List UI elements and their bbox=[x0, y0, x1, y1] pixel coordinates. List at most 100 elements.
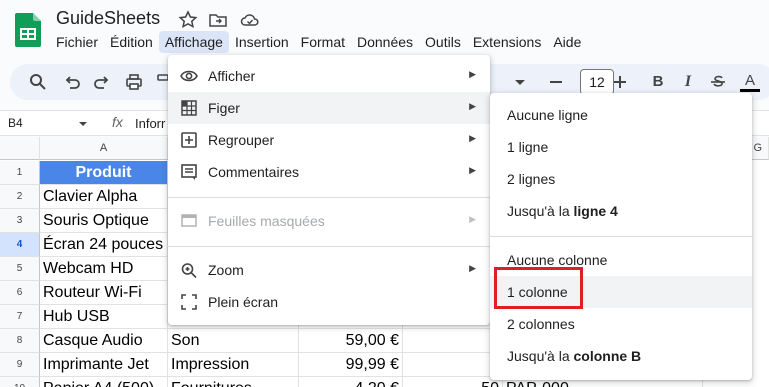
row-header-2[interactable]: 2 bbox=[0, 185, 40, 209]
cell-c9[interactable]: 99,99 € bbox=[299, 353, 403, 377]
cell-d9[interactable] bbox=[403, 353, 503, 377]
cell-a7[interactable]: Hub USB bbox=[40, 305, 168, 329]
freeze-1-row[interactable]: 1 ligne bbox=[490, 131, 752, 163]
row-header-4[interactable]: 4 bbox=[0, 233, 40, 257]
row-header-5[interactable]: 5 bbox=[0, 257, 40, 281]
formula-input[interactable]: Inforr bbox=[135, 116, 165, 131]
submenu-arrow-icon: ▶ bbox=[469, 263, 476, 273]
menu-outils[interactable]: Outils bbox=[419, 31, 467, 53]
menu-edition[interactable]: Édition bbox=[104, 31, 159, 53]
freeze-no-rows[interactable]: Aucune ligne bbox=[490, 99, 752, 131]
italic-icon[interactable]: I bbox=[678, 72, 698, 92]
cell-a6[interactable]: Routeur Wi-Fi bbox=[40, 281, 168, 305]
print-icon[interactable] bbox=[124, 72, 144, 92]
name-box[interactable]: B4 bbox=[8, 116, 23, 130]
highlight-annotation-box bbox=[494, 267, 583, 309]
hidden-sheet-icon bbox=[181, 214, 197, 227]
submenu-item-label: 2 lignes bbox=[507, 171, 556, 187]
freeze-2-columns[interactable]: 2 colonnes bbox=[490, 308, 752, 340]
fx-icon: fx bbox=[112, 114, 123, 130]
menu-format[interactable]: Format bbox=[295, 31, 351, 53]
cell-c8[interactable]: 59,00 € bbox=[299, 329, 403, 353]
menu-insertion[interactable]: Insertion bbox=[229, 31, 295, 53]
menu-item-label: Zoom bbox=[208, 262, 244, 278]
submenu-item-label: Jusqu'à la colonne B bbox=[507, 348, 642, 364]
menu-affichage[interactable]: Affichage bbox=[158, 31, 229, 53]
menu-bar: Fichier Édition Affichage Insertion Form… bbox=[50, 30, 587, 54]
redo-icon[interactable] bbox=[92, 72, 112, 92]
submenu-item-label: Aucune colonne bbox=[507, 252, 608, 268]
cell-a9[interactable]: Imprimante Jet bbox=[40, 353, 168, 377]
menu-item-afficher[interactable]: Afficher ▶ bbox=[168, 60, 490, 92]
fullscreen-icon bbox=[181, 294, 197, 310]
menu-item-label: Regrouper bbox=[208, 132, 275, 148]
cell-c10[interactable]: 4,20 € bbox=[299, 377, 403, 387]
strikethrough-icon[interactable] bbox=[708, 72, 728, 92]
cell-a3[interactable]: Souris Optique bbox=[40, 209, 168, 233]
document-title[interactable]: GuideSheets bbox=[56, 8, 160, 29]
menu-item-figer[interactable]: Figer ▶ bbox=[168, 92, 490, 124]
row-header-6[interactable]: 6 bbox=[0, 281, 40, 305]
cell-a2[interactable]: Clavier Alpha bbox=[40, 185, 168, 209]
menu-item-label: Figer bbox=[208, 100, 240, 116]
submenu-item-label: 1 ligne bbox=[507, 139, 549, 155]
cell-a5[interactable]: Webcam HD bbox=[40, 257, 168, 281]
name-box-dropdown-icon[interactable] bbox=[78, 119, 88, 129]
row-header-8[interactable]: 8 bbox=[0, 329, 40, 353]
menu-extensions[interactable]: Extensions bbox=[467, 31, 547, 53]
minus-icon[interactable] bbox=[546, 72, 566, 92]
cell-b8[interactable]: Son bbox=[168, 329, 299, 353]
undo-icon[interactable] bbox=[62, 72, 82, 92]
freeze-2-rows[interactable]: 2 lignes bbox=[490, 163, 752, 195]
dropdown-caret-icon[interactable] bbox=[510, 72, 530, 92]
row-header-1[interactable]: 1 bbox=[0, 161, 40, 185]
cell-d8[interactable] bbox=[403, 329, 503, 353]
sheets-logo-icon[interactable] bbox=[15, 13, 41, 47]
submenu-arrow-icon: ▶ bbox=[469, 165, 476, 175]
row-header-7[interactable]: 7 bbox=[0, 305, 40, 329]
cell-b9[interactable]: Impression bbox=[168, 353, 299, 377]
menu-item-regrouper[interactable]: Regrouper ▶ bbox=[168, 124, 490, 156]
menu-fichier[interactable]: Fichier bbox=[50, 31, 104, 53]
freeze-up-to-row-4[interactable]: Jusqu'à la ligne 4 bbox=[490, 195, 752, 227]
search-icon[interactable] bbox=[28, 72, 48, 92]
submenu-arrow-icon: ▶ bbox=[469, 214, 476, 224]
menu-item-zoom[interactable]: Zoom ▶ bbox=[168, 254, 490, 286]
eye-icon bbox=[180, 70, 198, 82]
cell-d10[interactable]: 50 bbox=[403, 377, 503, 387]
menu-separator bbox=[168, 197, 490, 198]
row-header-10[interactable]: 10 bbox=[0, 377, 40, 387]
cell-a10[interactable]: Papier A4 (500) bbox=[40, 377, 168, 387]
font-size-input[interactable]: 12 bbox=[580, 69, 614, 95]
comment-icon bbox=[181, 164, 197, 180]
select-all-corner[interactable] bbox=[0, 137, 40, 160]
menu-item-label: Plein écran bbox=[208, 294, 279, 310]
view-menu: Afficher ▶ Figer ▶ Regrouper ▶ Commentai… bbox=[168, 55, 490, 325]
freeze-grid-icon bbox=[181, 100, 197, 116]
menu-aide[interactable]: Aide bbox=[547, 31, 587, 53]
menu-item-label: Afficher bbox=[208, 68, 256, 84]
menu-donnees[interactable]: Données bbox=[351, 31, 419, 53]
row-header-3[interactable]: 3 bbox=[0, 209, 40, 233]
menu-item-commentaires[interactable]: Commentaires ▶ bbox=[168, 156, 490, 188]
row-header-9[interactable]: 9 bbox=[0, 353, 40, 377]
submenu-arrow-icon: ▶ bbox=[469, 133, 476, 143]
cell-a1[interactable]: Produit bbox=[40, 161, 168, 185]
cloud-status-icon[interactable] bbox=[240, 10, 260, 30]
cell-a8[interactable]: Casque Audio bbox=[40, 329, 168, 353]
submenu-item-label: Aucune ligne bbox=[507, 107, 588, 123]
group-plus-icon bbox=[181, 132, 197, 148]
bold-icon[interactable]: B bbox=[648, 72, 668, 92]
menu-item-feuilles-masquees: Feuilles masquées ▶ bbox=[168, 205, 490, 237]
menu-item-label: Commentaires bbox=[208, 164, 300, 180]
text-color-icon[interactable]: A bbox=[740, 72, 760, 92]
move-to-folder-icon[interactable] bbox=[208, 10, 228, 30]
star-icon[interactable] bbox=[178, 10, 198, 30]
menu-item-plein-ecran[interactable]: Plein écran bbox=[168, 286, 490, 318]
cell-a4[interactable]: Écran 24 pouces bbox=[40, 233, 168, 257]
plus-icon[interactable] bbox=[610, 72, 630, 92]
cell-b10[interactable]: Fournitures bbox=[168, 377, 299, 387]
menu-item-label: Feuilles masquées bbox=[208, 213, 325, 229]
column-header-a[interactable]: A bbox=[40, 137, 168, 160]
freeze-up-to-column-b[interactable]: Jusqu'à la colonne B bbox=[490, 340, 752, 372]
